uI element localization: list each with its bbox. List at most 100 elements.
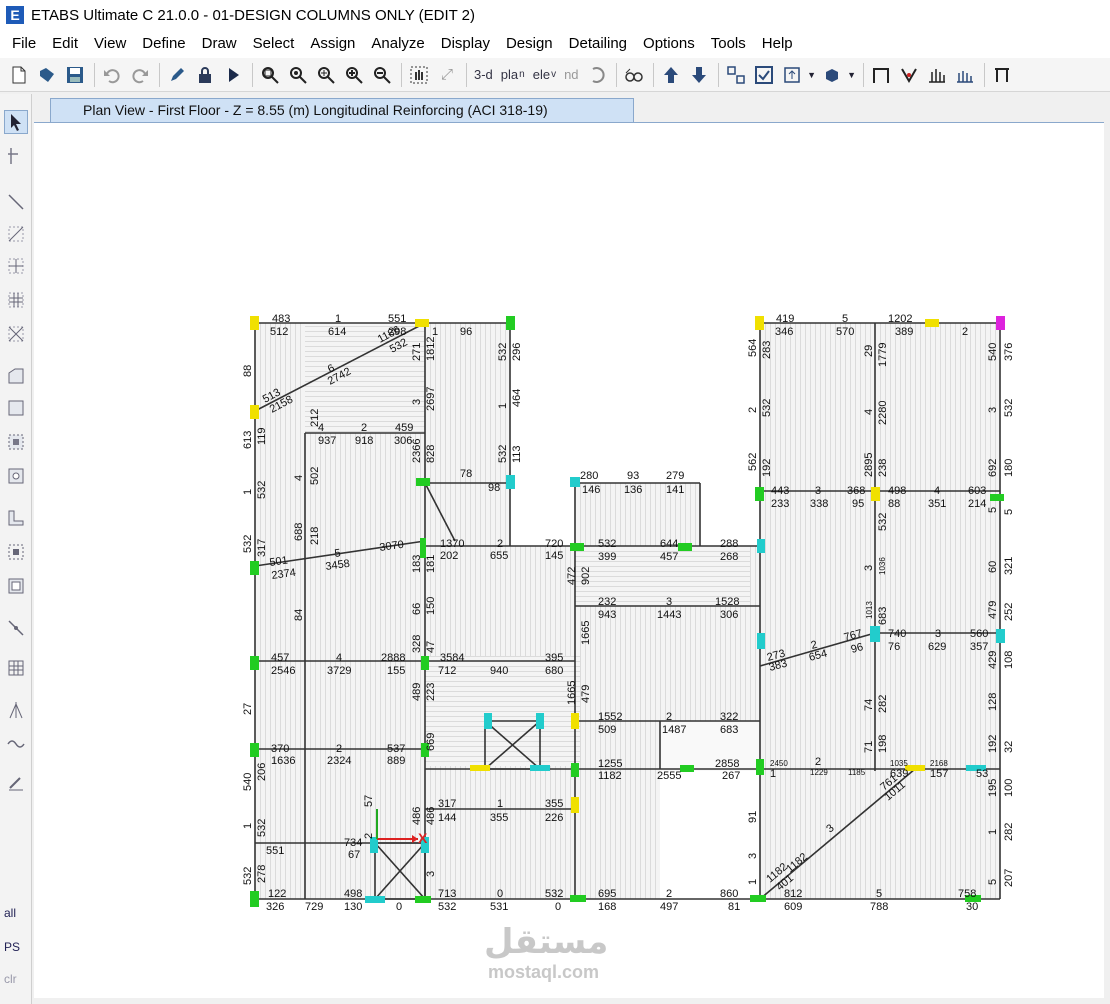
dropdown-arrow-icon[interactable]: ▼ <box>847 62 857 88</box>
undo-icon[interactable] <box>99 62 125 88</box>
menu-draw[interactable]: Draw <box>194 30 245 58</box>
lock-icon[interactable] <box>192 62 218 88</box>
view-nd-button[interactable]: nd <box>561 62 581 88</box>
svg-text:355: 355 <box>490 812 508 824</box>
svg-text:218: 218 <box>309 527 321 545</box>
menu-file[interactable]: File <box>4 30 44 58</box>
svg-text:629: 629 <box>928 641 946 653</box>
draw-dimension-icon[interactable] <box>4 616 28 640</box>
reshape-icon[interactable] <box>4 144 28 168</box>
zoom-in-icon[interactable] <box>341 62 367 88</box>
draw-line-icon[interactable] <box>4 190 28 214</box>
menu-define[interactable]: Define <box>134 30 193 58</box>
pencil-icon[interactable] <box>164 62 190 88</box>
move-up-icon[interactable] <box>658 62 684 88</box>
menu-design[interactable]: Design <box>498 30 561 58</box>
menu-help[interactable]: Help <box>754 30 801 58</box>
draw-rectangle-icon[interactable] <box>4 396 28 420</box>
redo-icon[interactable] <box>127 62 153 88</box>
svg-text:155: 155 <box>387 665 405 677</box>
svg-text:30: 30 <box>966 901 978 913</box>
draw-section-cut-icon[interactable] <box>4 698 28 722</box>
menu-select[interactable]: Select <box>245 30 303 58</box>
model-canvas[interactable]: X 483 1 551 512 614 298 1 96 419 5 1202 … <box>34 122 1104 998</box>
run-analysis-icon[interactable] <box>220 62 246 88</box>
menu-edit[interactable]: Edit <box>44 30 86 58</box>
menu-options[interactable]: Options <box>635 30 703 58</box>
view-3d-button[interactable]: 3-d <box>471 62 496 88</box>
menu-view[interactable]: View <box>86 30 134 58</box>
measure-icon[interactable]: ⤢ <box>434 62 460 88</box>
menu-tools[interactable]: Tools <box>703 30 754 58</box>
svg-text:1013: 1013 <box>865 601 874 619</box>
zoom-out-icon[interactable] <box>369 62 395 88</box>
svg-text:464: 464 <box>511 389 523 407</box>
toolbar-separator <box>401 62 402 87</box>
draw-wave-icon[interactable] <box>4 732 28 756</box>
draw-wall-click-icon[interactable] <box>4 540 28 564</box>
draw-beam-icon[interactable] <box>4 254 28 278</box>
draw-brace-icon[interactable] <box>4 222 28 246</box>
svg-text:88: 88 <box>888 498 900 510</box>
menu-analyze[interactable]: Analyze <box>363 30 432 58</box>
draw-cross-brace-icon[interactable] <box>4 322 28 346</box>
member-forces-icon[interactable] <box>924 62 950 88</box>
display-options-icon[interactable] <box>723 62 749 88</box>
menu-detailing[interactable]: Detailing <box>561 30 635 58</box>
pan-hand-icon[interactable] <box>406 62 432 88</box>
svg-text:532: 532 <box>256 481 268 499</box>
open-file-icon[interactable] <box>34 62 60 88</box>
svg-text:5: 5 <box>987 879 999 885</box>
dropdown-arrow-icon[interactable]: ▼ <box>807 62 817 88</box>
svg-text:192: 192 <box>761 459 773 477</box>
pointer-icon[interactable] <box>4 110 28 134</box>
tab-plan-view[interactable]: Plan View - First Floor - Z = 8.55 (m) L… <box>50 98 634 122</box>
new-file-icon[interactable] <box>6 62 32 88</box>
svg-text:98: 98 <box>488 482 500 494</box>
svg-text:498: 498 <box>888 485 906 497</box>
clear-selection-button[interactable]: clr <box>4 972 17 986</box>
draw-grid-beam-icon[interactable] <box>4 288 28 312</box>
zoom-restore-icon[interactable] <box>285 62 311 88</box>
perspective-icon[interactable] <box>621 62 647 88</box>
svg-text:419: 419 <box>776 313 794 325</box>
view-elevation-button[interactable]: el​e v <box>530 62 559 88</box>
svg-text:57: 57 <box>363 795 375 807</box>
move-down-icon[interactable] <box>686 62 712 88</box>
object-shrink-icon[interactable] <box>779 62 805 88</box>
zoom-window-icon[interactable] <box>257 62 283 88</box>
draw-opening-icon[interactable] <box>4 464 28 488</box>
draw-floor-icon[interactable] <box>4 574 28 598</box>
save-icon[interactable] <box>62 62 88 88</box>
draw-wall-icon[interactable] <box>4 506 28 530</box>
draw-area-click-icon[interactable] <box>4 430 28 454</box>
select-all-button[interactable]: all <box>4 906 16 920</box>
plan-view-drawing[interactable]: X 483 1 551 512 614 298 1 96 419 5 1202 … <box>34 123 1104 999</box>
svg-text:1255: 1255 <box>598 758 622 770</box>
svg-text:443: 443 <box>771 485 789 497</box>
stress-diagram-icon[interactable] <box>952 62 978 88</box>
menu-display[interactable]: Display <box>433 30 498 58</box>
checkbox-icon[interactable] <box>751 62 777 88</box>
draw-grid-icon[interactable] <box>4 656 28 680</box>
svg-text:669: 669 <box>425 733 437 751</box>
svg-text:93: 93 <box>627 470 639 482</box>
svg-text:2895: 2895 <box>863 453 875 477</box>
svg-text:1: 1 <box>747 879 759 885</box>
select-previous-button[interactable]: PS <box>4 940 20 954</box>
view-plan-button[interactable]: pl​a n <box>498 62 528 88</box>
rotate-view-icon[interactable] <box>584 62 610 88</box>
svg-text:78: 78 <box>460 468 472 480</box>
svg-text:5: 5 <box>876 888 882 900</box>
extrude-icon[interactable] <box>819 62 845 88</box>
deformed-shape-icon[interactable] <box>896 62 922 88</box>
draw-polygon-icon[interactable] <box>4 364 28 388</box>
svg-text:3: 3 <box>863 565 875 571</box>
draw-tendon-icon[interactable] <box>4 770 28 794</box>
zoom-previous-icon[interactable] <box>313 62 339 88</box>
menu-assign[interactable]: Assign <box>302 30 363 58</box>
frame-icon[interactable] <box>868 62 894 88</box>
svg-text:130: 130 <box>344 901 362 913</box>
design-frame-icon[interactable] <box>989 62 1015 88</box>
svg-text:223: 223 <box>425 683 437 701</box>
